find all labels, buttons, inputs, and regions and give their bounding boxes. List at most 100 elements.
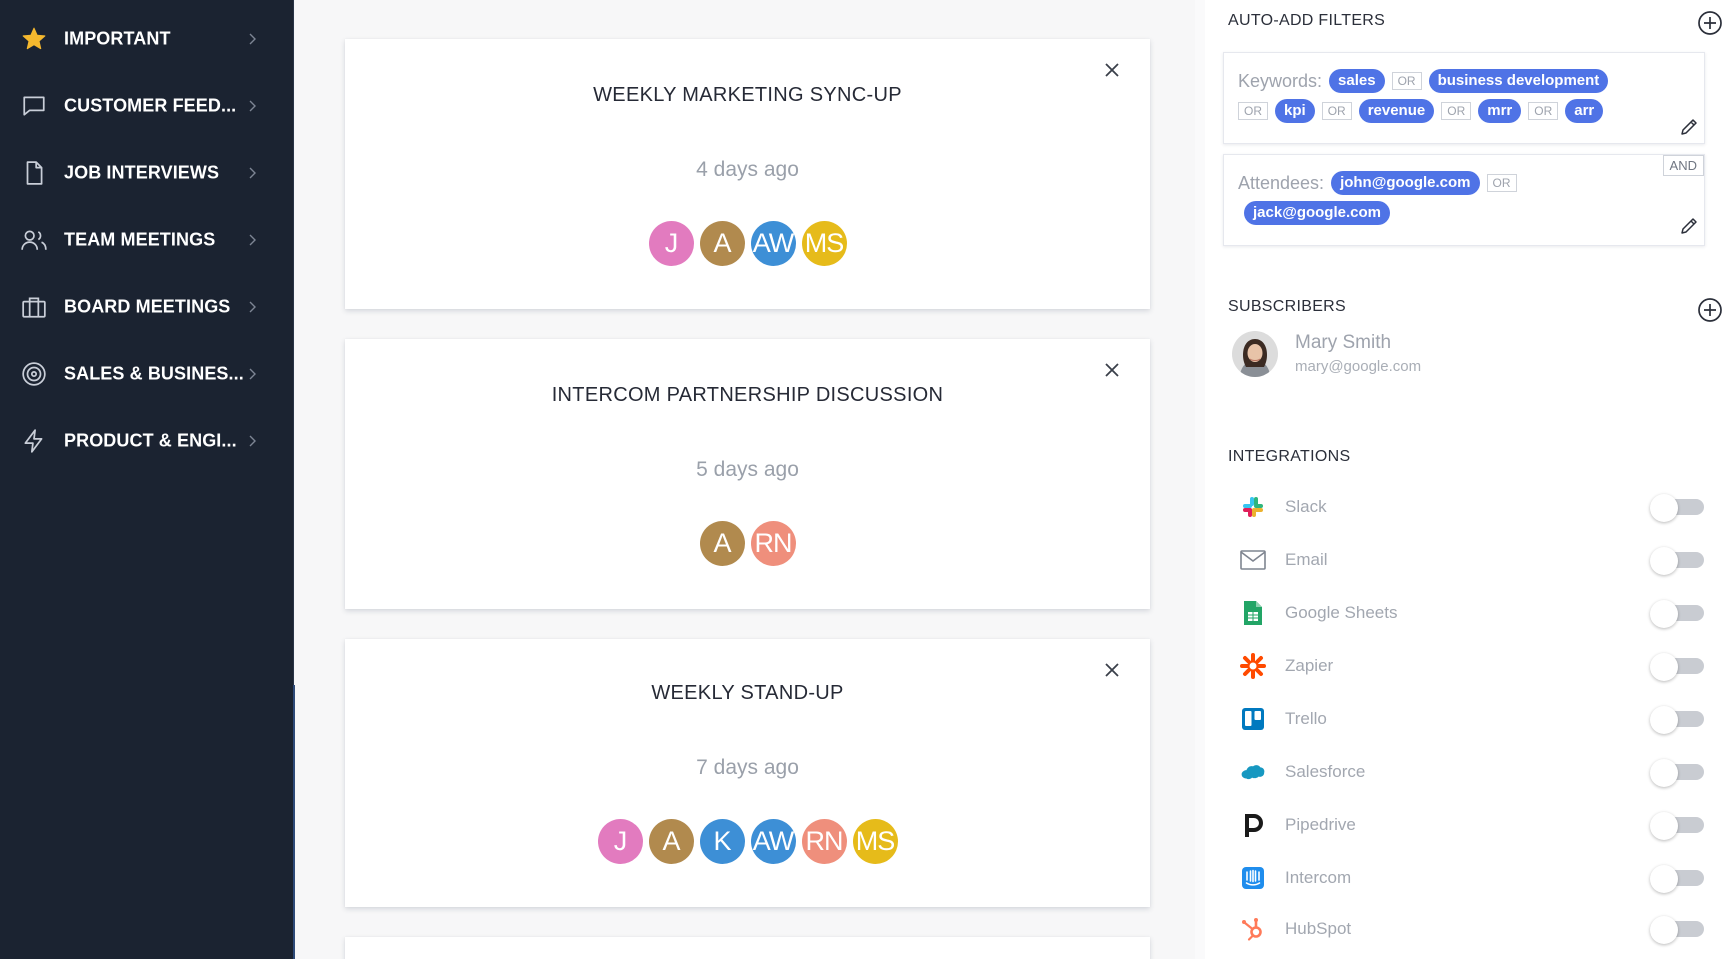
star-icon — [20, 25, 48, 53]
add-subscriber-button[interactable] — [1697, 297, 1723, 323]
plus-circle-icon — [1698, 298, 1722, 322]
meeting-card[interactable]: INTERCOM PARTNERSHIP DISCUSSION 5 days a… — [345, 339, 1150, 609]
intercom-icon — [1240, 865, 1266, 891]
sidebar-item-job-interviews[interactable]: JOB INTERVIEWS — [0, 150, 294, 196]
sidebar-item-product-engineering[interactable]: PRODUCT & ENGI... — [0, 418, 294, 464]
zapier-toggle[interactable] — [1650, 653, 1704, 681]
sidebar-item-board-meetings[interactable]: BOARD MEETINGS — [0, 284, 294, 330]
meeting-list: WEEKLY MARKETING SYNC-UP 4 days ago J A … — [295, 0, 1195, 959]
trello-toggle[interactable] — [1650, 706, 1704, 734]
avatar: A — [699, 221, 745, 266]
avatar: AW — [750, 221, 796, 266]
sidebar-item-customer-feedback[interactable]: CUSTOMER FEED... — [0, 83, 294, 129]
chevron-right-icon — [246, 367, 258, 381]
add-filter-button[interactable] — [1697, 10, 1723, 36]
or-operator: OR — [1486, 174, 1517, 192]
integration-name: Pipedrive — [1285, 815, 1356, 834]
hubspot-toggle[interactable] — [1650, 916, 1704, 944]
meeting-card[interactable] — [345, 937, 1150, 959]
pencil-icon[interactable] — [1678, 215, 1700, 237]
sidebar-item-label: CUSTOMER FEED... — [64, 95, 237, 116]
keyword-chip[interactable]: kpi — [1275, 99, 1315, 123]
meeting-card[interactable]: WEEKLY STAND-UP 7 days ago J A K AW RN M… — [345, 639, 1150, 907]
attendee-chip[interactable]: john@google.com — [1331, 171, 1480, 195]
chevron-right-icon — [246, 233, 258, 247]
keyword-chip[interactable]: business development — [1428, 69, 1609, 93]
integration-row-slack: Slack — [1240, 492, 1710, 522]
intercom-toggle[interactable] — [1650, 865, 1704, 893]
integration-row-pipedrive: Pipedrive — [1240, 810, 1710, 840]
slack-toggle[interactable] — [1650, 494, 1704, 522]
attendees-label: Attendees: — [1238, 172, 1325, 193]
integration-row-hubspot: HubSpot — [1240, 914, 1710, 944]
meeting-time: 7 days ago — [696, 756, 799, 779]
integration-row-salesforce: Salesforce — [1240, 757, 1710, 787]
users-icon — [20, 226, 48, 254]
integration-name: Trello — [1285, 709, 1327, 728]
salesforce-toggle[interactable] — [1650, 759, 1704, 787]
keywords-label: Keywords: — [1238, 70, 1323, 91]
sidebar: IMPORTANT CUSTOMER FEED... JOB INTERVIEW… — [0, 0, 295, 959]
sidebar-item-team-meetings[interactable]: TEAM MEETINGS — [0, 217, 294, 263]
sidebar-item-important[interactable]: IMPORTANT — [0, 16, 294, 62]
integration-row-intercom: Intercom — [1240, 863, 1710, 893]
pipedrive-toggle[interactable] — [1650, 812, 1704, 840]
pencil-icon[interactable] — [1678, 116, 1700, 138]
email-toggle[interactable] — [1650, 547, 1704, 575]
keyword-chip[interactable]: revenue — [1358, 99, 1435, 123]
subscribers-title: SUBSCRIBERS — [1228, 298, 1346, 315]
attendee-chip[interactable]: jack@google.com — [1244, 201, 1390, 225]
keyword-chip[interactable]: arr — [1565, 99, 1604, 123]
sidebar-item-sales-business[interactable]: SALES & BUSINES... — [0, 351, 294, 397]
avatar: K — [699, 819, 745, 864]
or-operator: OR — [1321, 102, 1352, 120]
keyword-chip[interactable]: sales — [1329, 69, 1385, 93]
or-operator: OR — [1391, 72, 1422, 90]
sidebar-item-label: BOARD MEETINGS — [64, 296, 231, 317]
avatar: RN — [750, 521, 796, 566]
meeting-card[interactable]: WEEKLY MARKETING SYNC-UP 4 days ago J A … — [345, 39, 1150, 309]
avatar: AW — [750, 819, 796, 864]
avatar: J — [648, 221, 694, 266]
attendee-avatars: A RN — [345, 521, 1150, 566]
trello-icon — [1240, 706, 1266, 732]
meeting-time: 4 days ago — [696, 158, 799, 181]
pipedrive-icon — [1240, 812, 1266, 838]
integration-name: HubSpot — [1285, 919, 1352, 938]
integration-name: Zapier — [1285, 656, 1334, 675]
sidebar-item-label: SALES & BUSINES... — [64, 363, 244, 384]
subscriber-name: Mary Smith — [1295, 332, 1392, 353]
avatar: RN — [801, 819, 847, 864]
or-operator: OR — [1238, 102, 1268, 120]
slack-icon — [1240, 494, 1266, 520]
hubspot-icon — [1240, 916, 1266, 942]
and-operator[interactable]: AND — [1662, 155, 1704, 176]
panel-divider — [1195, 0, 1205, 959]
integration-name: Slack — [1285, 497, 1327, 516]
salesforce-icon — [1240, 759, 1266, 785]
close-icon[interactable] — [1102, 360, 1122, 380]
keyword-chip[interactable]: mrr — [1478, 99, 1522, 123]
chevron-right-icon — [246, 99, 258, 113]
chevron-right-icon — [246, 300, 258, 314]
sidebar-item-label: PRODUCT & ENGI... — [64, 430, 237, 451]
meeting-title: INTERCOM PARTNERSHIP DISCUSSION — [551, 384, 944, 406]
chevron-right-icon — [246, 166, 258, 180]
google-sheets-toggle[interactable] — [1650, 600, 1704, 628]
integration-row-google-sheets: Google Sheets — [1240, 598, 1710, 628]
target-icon — [20, 360, 48, 388]
email-icon — [1240, 547, 1266, 573]
chevron-right-icon — [246, 434, 258, 448]
integration-row-trello: Trello — [1240, 704, 1710, 734]
meeting-time: 5 days ago — [696, 458, 799, 481]
avatar: A — [699, 521, 745, 566]
close-icon[interactable] — [1102, 60, 1122, 80]
avatar: MS — [801, 221, 847, 266]
close-icon[interactable] — [1102, 660, 1122, 680]
chevron-right-icon — [246, 32, 258, 46]
lightning-icon — [20, 427, 48, 455]
attendee-avatars: J A AW MS — [345, 221, 1150, 266]
avatar — [1232, 331, 1278, 377]
briefcase-icon — [20, 293, 48, 321]
google-sheets-icon — [1240, 600, 1266, 626]
